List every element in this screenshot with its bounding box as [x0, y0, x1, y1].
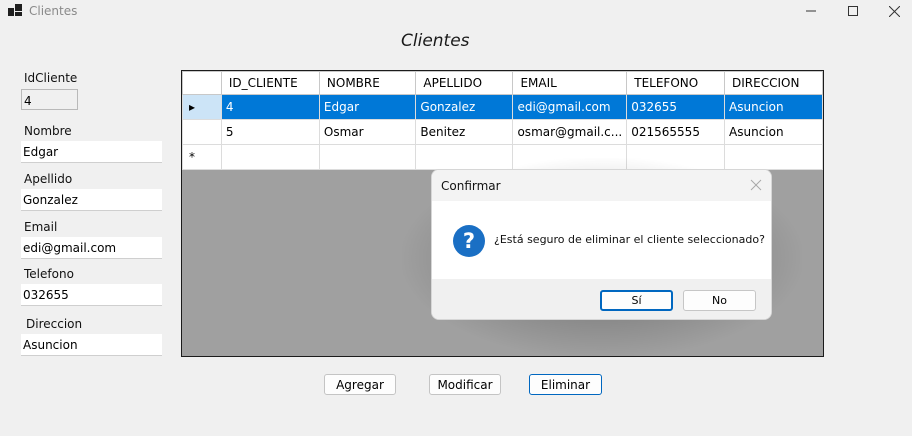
table-cell[interactable]: 5 [220, 119, 320, 145]
close-icon [750, 179, 762, 191]
label-email: Email [24, 220, 58, 234]
minimize-icon [806, 10, 816, 12]
table-cell[interactable]: Benitez [415, 119, 514, 145]
label-apellido: Apellido [24, 172, 73, 186]
table-cell[interactable]: edi@gmail.com [512, 94, 628, 120]
table-cell[interactable]: Asuncion [724, 119, 823, 145]
window-title: Clientes [29, 4, 78, 18]
new-row-asterisk-icon: * [189, 150, 195, 164]
maximize-button[interactable] [830, 0, 876, 22]
dialog-footer: Sí No [432, 279, 771, 319]
modificar-button[interactable]: Modificar [429, 374, 501, 395]
close-icon [888, 5, 900, 17]
table-row[interactable]: ▸ 4 Edgar Gonzalez edi@gmail.com 032655 … [182, 94, 823, 120]
row-header-selected[interactable]: ▸ [182, 94, 222, 120]
dialog-title-bar: Confirmar [432, 170, 771, 201]
question-icon: ? [453, 225, 485, 257]
minimize-button[interactable] [788, 0, 834, 22]
row-header[interactable] [182, 119, 222, 145]
dialog-body: ? ¿Está seguro de eliminar el cliente se… [432, 201, 771, 279]
label-nombre: Nombre [24, 124, 72, 138]
dialog-title: Confirmar [441, 179, 501, 193]
current-row-arrow-icon: ▸ [189, 100, 196, 114]
idcliente-field[interactable]: 4 [21, 89, 78, 110]
label-direccion: Direccion [26, 317, 83, 331]
table-cell[interactable]: Osmar [318, 119, 417, 145]
column-header-id[interactable]: ID_CLIENTE [220, 71, 320, 95]
dialog-close-button[interactable] [749, 178, 763, 192]
column-header-direccion[interactable]: DIRECCION [724, 71, 823, 95]
table-cell[interactable]: Asuncion [724, 94, 823, 120]
table-cell[interactable]: Gonzalez [415, 94, 514, 120]
confirm-dialog: Confirmar ? ¿Está seguro de eliminar el … [431, 169, 772, 320]
eliminar-button[interactable]: Eliminar [529, 374, 602, 395]
no-button[interactable]: No [683, 290, 756, 311]
row-header-new[interactable]: * [182, 144, 222, 170]
column-header-telefono[interactable]: TELEFONO [626, 71, 726, 95]
column-header-email[interactable]: EMAIL [512, 71, 628, 95]
yes-button[interactable]: Sí [600, 290, 673, 311]
table-cell[interactable]: Edgar [318, 94, 417, 120]
title-bar: Clientes [0, 0, 912, 22]
telefono-field[interactable]: 032655 [21, 284, 162, 306]
table-row[interactable]: 5 Osmar Benitez osmar@gmail.c... 0215655… [182, 119, 823, 145]
close-button[interactable] [876, 0, 912, 22]
table-cell[interactable]: 021565555 [626, 119, 726, 145]
agregar-button[interactable]: Agregar [324, 374, 396, 395]
email-field[interactable]: edi@gmail.com [21, 237, 162, 259]
label-idcliente: IdCliente [24, 71, 78, 85]
form-title: Clientes [401, 31, 470, 51]
maximize-icon [848, 6, 858, 16]
table-cell[interactable]: 032655 [626, 94, 726, 120]
apellido-field[interactable]: Gonzalez [21, 189, 162, 211]
table-cell[interactable]: 4 [220, 94, 320, 120]
column-header-nombre[interactable]: NOMBRE [318, 71, 417, 95]
row-header-corner[interactable] [182, 71, 222, 95]
nombre-field[interactable]: Edgar [21, 141, 162, 163]
app-window-icon [8, 4, 22, 16]
grid-header-row: ID_CLIENTE NOMBRE APELLIDO EMAIL TELEFON… [182, 71, 823, 95]
column-header-apellido[interactable]: APELLIDO [415, 71, 514, 95]
table-cell[interactable]: osmar@gmail.c... [512, 119, 628, 145]
clientes-table: ID_CLIENTE NOMBRE APELLIDO EMAIL TELEFON… [182, 71, 823, 170]
label-telefono: Telefono [24, 267, 74, 281]
direccion-field[interactable]: Asuncion [21, 334, 162, 356]
dialog-message: ¿Está seguro de eliminar el cliente sele… [494, 233, 765, 246]
table-cell[interactable] [220, 144, 320, 170]
